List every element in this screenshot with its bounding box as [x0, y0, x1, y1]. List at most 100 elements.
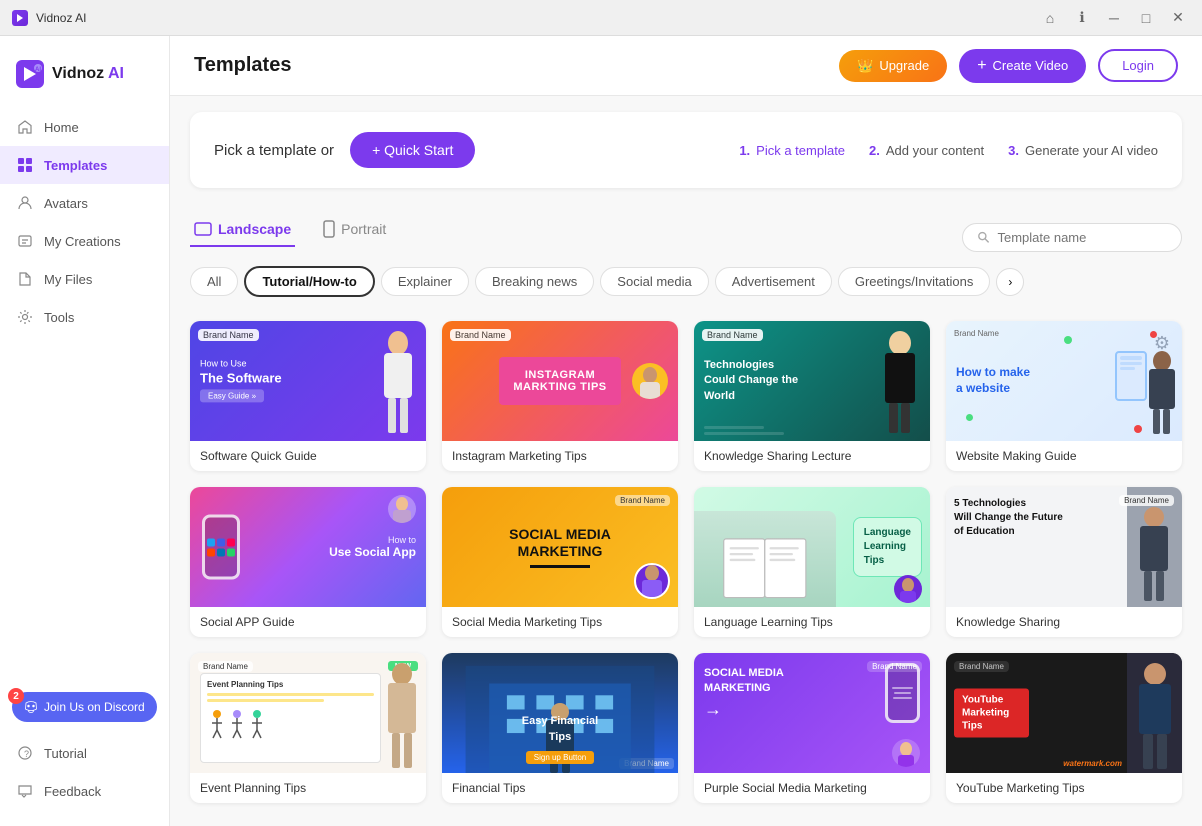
avatar-language — [897, 578, 919, 603]
search-input[interactable] — [997, 230, 1167, 245]
template-card-software-guide[interactable]: Brand Name How to Use The Software Easy … — [190, 321, 426, 471]
template-card-purple-social[interactable]: Brand Name SOCIAL MEDIAMARKETING → — [694, 653, 930, 803]
brand-tag-social-media: Brand Name — [615, 495, 670, 506]
cat-greetings-label: Greetings/Invitations — [855, 274, 974, 289]
sidebar-tutorial-label: Tutorial — [44, 746, 87, 761]
sidebar-item-avatars[interactable]: Avatars — [0, 184, 169, 222]
step-2: 2. Add your content — [869, 143, 984, 158]
login-button[interactable]: Login — [1098, 49, 1178, 82]
tabs-section: Landscape Portrait All — [170, 204, 1202, 305]
sidebar-item-tutorial[interactable]: ? Tutorial — [0, 734, 169, 772]
tutorial-icon: ? — [16, 744, 34, 762]
main-content: Templates 👑 Upgrade + Create Video Login… — [170, 36, 1202, 826]
brand-tag-event: Brand Name — [198, 661, 253, 672]
sidebar-item-my-files[interactable]: My Files — [0, 260, 169, 298]
brand-tag-knowledge: Brand Name — [702, 329, 763, 341]
quickstart-steps: 1. Pick a template 2. Add your content 3… — [739, 143, 1158, 158]
template-name-software: Software Quick Guide — [190, 441, 426, 471]
cat-social-label: Social media — [617, 274, 691, 289]
quickstart-label: + Quick Start — [372, 142, 453, 158]
template-card-financial[interactable]: Brand Name — [442, 653, 678, 803]
cat-all-label: All — [207, 274, 221, 289]
category-scroll-arrow[interactable]: › — [996, 268, 1024, 296]
cat-tab-all[interactable]: All — [190, 267, 238, 296]
template-card-knowledge[interactable]: Brand Name TechnologiesCould Change theW… — [694, 321, 930, 471]
template-name-social-app: Social APP Guide — [190, 607, 426, 637]
step1-text: Pick a template — [756, 143, 845, 158]
sidebar-item-tools[interactable]: Tools — [0, 298, 169, 336]
step-3: 3. Generate your AI video — [1008, 143, 1158, 158]
portrait-icon — [323, 220, 335, 238]
person-silhouette-software — [376, 331, 421, 441]
sidebar-item-home[interactable]: Home — [0, 108, 169, 146]
avatar-social-app — [391, 497, 413, 523]
cat-tab-tutorial[interactable]: Tutorial/How-to — [244, 266, 374, 297]
person-youtube — [1130, 663, 1180, 773]
step2-text: Add your content — [886, 143, 984, 158]
template-grid: Brand Name How to Use The Software Easy … — [170, 305, 1202, 823]
template-card-instagram[interactable]: Brand Name INSTAGRAM MARKTING TIPS — [442, 321, 678, 471]
book-illustration — [698, 533, 832, 603]
maximize-icon[interactable]: □ — [1134, 6, 1158, 30]
person-knowledge2 — [1132, 507, 1177, 607]
discord-label: Join Us on Discord — [44, 700, 145, 714]
avatar-social-media — [638, 565, 666, 597]
sidebar-item-feedback[interactable]: Feedback — [0, 772, 169, 810]
template-name-knowledge2: Knowledge Sharing — [946, 607, 1182, 637]
template-card-social-app[interactable]: How to Use Social App Social APP Guide — [190, 487, 426, 637]
minimize-icon[interactable]: ─ — [1102, 6, 1126, 30]
template-name-event: Event Planning Tips — [190, 773, 426, 803]
sidebar-item-my-creations[interactable]: My Creations — [0, 222, 169, 260]
sidebar-item-templates[interactable]: Templates — [0, 146, 169, 184]
cat-tab-explainer[interactable]: Explainer — [381, 267, 469, 296]
title-bar-left: Vidnoz AI — [12, 10, 86, 26]
home-icon[interactable]: ⌂ — [1038, 6, 1062, 30]
search-box — [962, 223, 1182, 252]
cat-tab-advertisement[interactable]: Advertisement — [715, 267, 832, 296]
template-name-knowledge: Knowledge Sharing Lecture — [694, 441, 930, 471]
portrait-label: Portrait — [341, 221, 386, 237]
app-logo-small — [12, 10, 28, 26]
quickstart-left: Pick a template or + Quick Start — [214, 132, 475, 168]
sidebar-logo: AI Vidnoz AI — [0, 52, 169, 108]
crown-icon: 👑 — [857, 58, 873, 74]
people-event — [207, 708, 267, 743]
cat-tab-breaking[interactable]: Breaking news — [475, 267, 594, 296]
person-event — [380, 663, 424, 773]
orientation-tabs: Landscape Portrait — [190, 212, 390, 248]
brand-tag-website: Brand Name — [954, 329, 999, 338]
template-name-financial: Financial Tips — [442, 773, 678, 803]
template-card-knowledge2[interactable]: Brand Name 5 TechnologiesWill Change the… — [946, 487, 1182, 637]
cat-tab-greetings[interactable]: Greetings/Invitations — [838, 267, 991, 296]
brand-tag-insta: Brand Name — [450, 329, 511, 341]
template-name-website: Website Making Guide — [946, 441, 1182, 471]
tab-portrait[interactable]: Portrait — [319, 212, 390, 248]
close-icon[interactable]: ✕ — [1166, 6, 1190, 30]
quickstart-button[interactable]: + Quick Start — [350, 132, 475, 168]
title-bar-controls: ⌂ ℹ ─ □ ✕ — [1038, 6, 1190, 30]
upgrade-label: Upgrade — [879, 58, 929, 73]
template-name-purple-social: Purple Social Media Marketing — [694, 773, 930, 803]
template-card-social-media[interactable]: Brand Name SOCIAL MEDIAMARKETING Social … — [442, 487, 678, 637]
template-card-event[interactable]: Brand Name NEW Event Planning Tips — [190, 653, 426, 803]
quickstart-banner: Pick a template or + Quick Start 1. Pick… — [190, 112, 1182, 188]
brand-tag-youtube: Brand Name — [954, 661, 1009, 672]
app-layout: AI Vidnoz AI Home Templates Avatars — [0, 36, 1202, 826]
cat-tab-social[interactable]: Social media — [600, 267, 708, 296]
tab-landscape[interactable]: Landscape — [190, 213, 295, 247]
upgrade-button[interactable]: 👑 Upgrade — [839, 50, 947, 82]
header-actions: 👑 Upgrade + Create Video Login — [839, 49, 1178, 83]
template-card-language[interactable]: Brand Name — [694, 487, 930, 637]
sidebar-creations-label: My Creations — [44, 234, 121, 249]
discord-button[interactable]: 2 Join Us on Discord — [12, 692, 157, 722]
info-icon[interactable]: ℹ — [1070, 6, 1094, 30]
discord-badge: 2 — [8, 688, 24, 704]
template-card-youtube[interactable]: Brand Name YouTubeMarketing Tips — [946, 653, 1182, 803]
step2-num: 2. — [869, 143, 880, 158]
cat-breaking-label: Breaking news — [492, 274, 577, 289]
sidebar-templates-label: Templates — [44, 158, 107, 173]
feedback-icon — [16, 782, 34, 800]
create-video-button[interactable]: + Create Video — [959, 49, 1086, 83]
template-card-website[interactable]: Brand Name ⚙ How to makea website — [946, 321, 1182, 471]
svg-text:?: ? — [24, 749, 29, 759]
